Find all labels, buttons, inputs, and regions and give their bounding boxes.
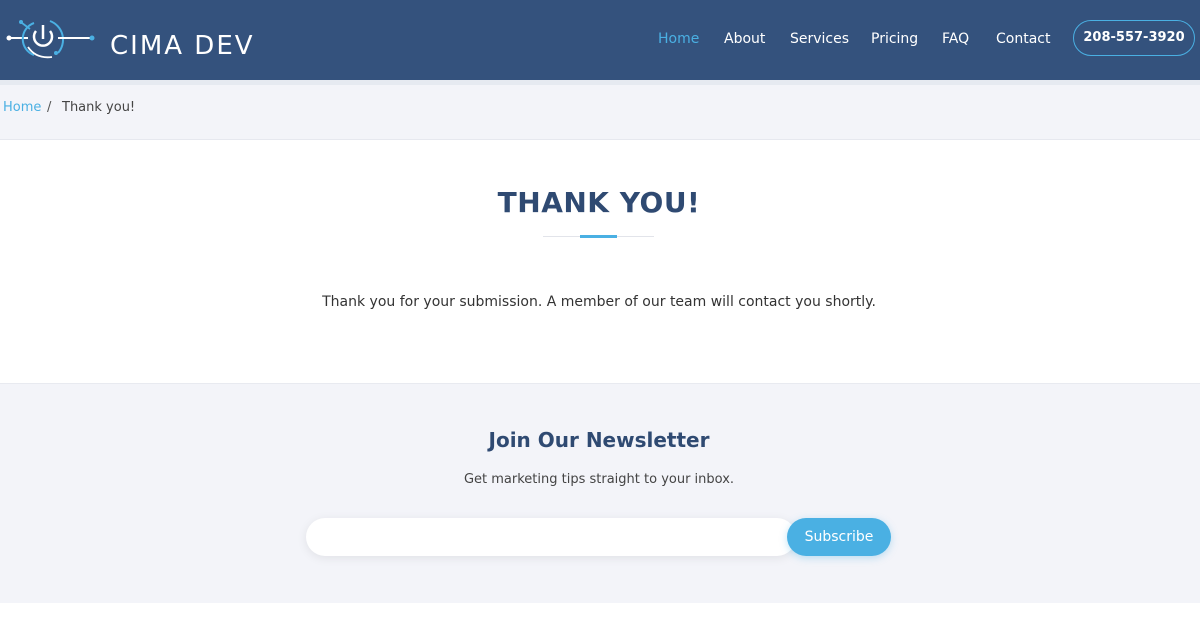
breadcrumb-separator: / [47,100,52,115]
newsletter-section [0,383,1200,603]
nav-contact[interactable]: Contact [996,29,1050,49]
newsletter-title: Join Our Newsletter [488,428,710,452]
site-logo[interactable]: CIMA DEV [6,13,256,65]
newsletter-email-input[interactable] [306,518,796,556]
nav-faq[interactable]: FAQ [942,29,969,49]
confirmation-message: Thank you for your submission. A member … [322,294,876,310]
power-circuit-logo-icon [6,20,95,59]
nav-pricing[interactable]: Pricing [871,29,918,49]
nav-home[interactable]: Home [658,29,699,49]
breadcrumb [0,85,1200,140]
phone-button[interactable]: 208-557-3920 [1073,20,1195,56]
page-title: THANK YOU! [497,186,701,219]
breadcrumb-current: Thank you! [62,100,136,115]
title-divider-accent [580,235,617,238]
nav-services[interactable]: Services [790,29,849,49]
nav-about[interactable]: About [724,29,765,49]
brand-name: CIMA DEV [110,31,255,61]
breadcrumb-home-link[interactable]: Home [3,100,41,116]
subscribe-button[interactable]: Subscribe [787,518,891,556]
newsletter-subtitle: Get marketing tips straight to your inbo… [463,472,735,487]
